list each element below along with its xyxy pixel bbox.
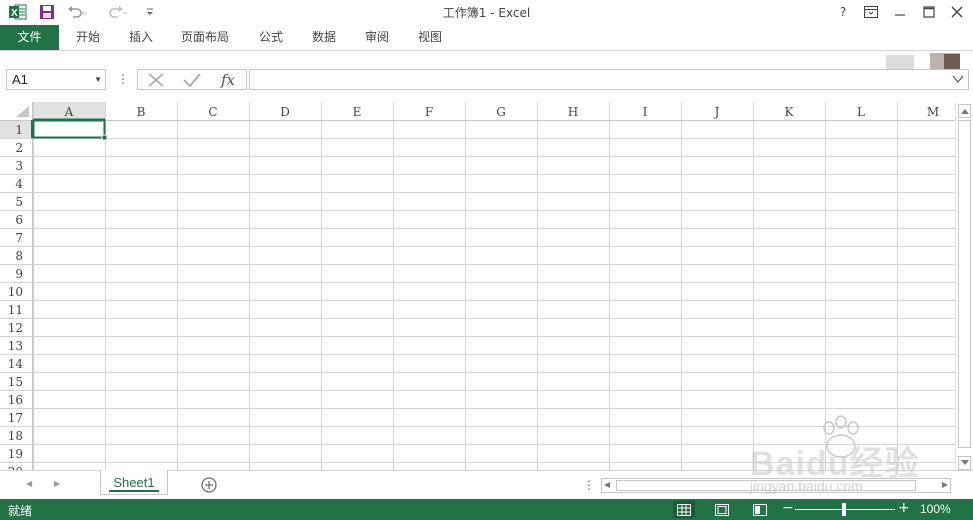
formula-bar: A1 ▼ ⋮ fx xyxy=(0,64,973,94)
close-icon[interactable] xyxy=(946,2,968,22)
zoom-slider-thumb[interactable] xyxy=(842,503,846,516)
row-header[interactable]: 7 xyxy=(15,231,23,245)
name-box-value: A1 xyxy=(12,72,28,87)
row-header[interactable]: 17 xyxy=(8,411,23,425)
sheet-tab-sheet1[interactable]: Sheet1 xyxy=(100,470,168,495)
tab-data[interactable]: 数据 xyxy=(302,25,346,50)
row-header[interactable]: 15 xyxy=(8,375,23,389)
column-header[interactable]: I xyxy=(643,105,648,119)
window-title: 工作簿1 - Excel xyxy=(442,6,531,20)
chevron-down-icon[interactable]: ▼ xyxy=(94,70,102,89)
row-header[interactable]: 6 xyxy=(15,213,23,227)
column-header[interactable]: C xyxy=(208,105,217,119)
tab-view[interactable]: 视图 xyxy=(408,25,452,50)
cancel-icon[interactable] xyxy=(141,70,171,89)
row-header[interactable]: 18 xyxy=(8,429,23,443)
column-header[interactable]: J xyxy=(713,105,720,119)
ribbon-display-options-icon[interactable] xyxy=(860,2,882,22)
zoom-in-button[interactable]: + xyxy=(898,500,910,516)
column-header[interactable]: E xyxy=(353,105,362,119)
expand-formula-bar-icon[interactable] xyxy=(952,73,964,87)
tab-file[interactable]: 文件 xyxy=(0,25,59,50)
row-header[interactable]: 9 xyxy=(15,267,23,281)
column-header[interactable]: M xyxy=(927,105,939,119)
row-header[interactable]: 4 xyxy=(15,177,23,191)
tab-page-layout[interactable]: 页面布局 xyxy=(175,25,235,50)
row-header[interactable]: 12 xyxy=(8,321,23,335)
status-bar: 就绪 − + 100% xyxy=(0,499,973,520)
column-header[interactable]: G xyxy=(496,105,506,119)
vertical-scroll-thumb[interactable] xyxy=(958,120,971,448)
horizontal-scrollbar[interactable]: ◀ ▶ xyxy=(601,478,951,493)
scroll-sheets-right-icon[interactable]: ▶ xyxy=(54,479,60,488)
ribbon-tabs: 文件 开始 插入 页面布局 公式 数据 审阅 视图 xyxy=(0,25,973,75)
row-header[interactable]: 13 xyxy=(8,339,23,353)
row-header[interactable]: 1 xyxy=(15,123,23,137)
title-bar: X 工作簿1 - Excel ? xyxy=(0,0,973,25)
help-button[interactable]: ? xyxy=(832,2,854,22)
enter-icon[interactable] xyxy=(177,70,207,89)
insert-function-icon[interactable]: fx xyxy=(213,70,243,89)
tab-formulas[interactable]: 公式 xyxy=(249,25,293,50)
column-header[interactable]: B xyxy=(137,105,146,119)
formula-input[interactable] xyxy=(249,69,969,90)
row-header[interactable]: 19 xyxy=(8,447,23,461)
zoom-out-button[interactable]: − xyxy=(782,500,794,516)
row-header[interactable]: 14 xyxy=(8,357,24,371)
scroll-down-icon[interactable] xyxy=(958,456,971,470)
worksheet-grid[interactable]: A B C D E F G H I J K L M 1 2 3 4 5 6 7 8 9 10 11 12 13 14 15 16 17 18… xyxy=(0,102,955,470)
column-header[interactable]: L xyxy=(857,105,865,119)
maximize-icon[interactable] xyxy=(918,2,940,22)
page-break-preview-icon[interactable] xyxy=(749,501,771,518)
tab-home[interactable]: 开始 xyxy=(66,25,110,50)
formula-bar-resize-handle[interactable]: ⋮ xyxy=(117,72,129,86)
vertical-scrollbar[interactable] xyxy=(955,102,973,472)
row-header[interactable]: 5 xyxy=(15,195,23,209)
row-header[interactable]: 11 xyxy=(8,303,23,317)
scroll-up-icon[interactable] xyxy=(958,104,971,118)
scroll-sheets-left-icon[interactable]: ◀ xyxy=(26,479,32,488)
column-header[interactable]: D xyxy=(280,105,290,119)
row-header[interactable]: 16 xyxy=(8,393,23,407)
active-cell[interactable] xyxy=(32,119,106,139)
name-box[interactable]: A1 ▼ xyxy=(6,69,106,90)
tab-insert[interactable]: 插入 xyxy=(119,25,163,50)
row-header[interactable]: 10 xyxy=(8,285,23,299)
horizontal-scroll-thumb[interactable] xyxy=(616,480,916,491)
tab-split-handle[interactable]: ⋮ xyxy=(583,478,595,492)
row-header[interactable]: 3 xyxy=(15,159,23,173)
page-layout-view-icon[interactable] xyxy=(711,501,733,518)
sheet-tab-bar: ◀ ▶ Sheet1 ⋮ ◀ ▶ xyxy=(0,470,973,499)
column-header[interactable]: K xyxy=(785,105,795,119)
insert-function-label: fx xyxy=(220,70,235,89)
scroll-left-icon[interactable]: ◀ xyxy=(604,480,610,489)
tab-review[interactable]: 审阅 xyxy=(355,25,399,50)
ribbon-divider xyxy=(0,50,973,51)
column-header[interactable]: A xyxy=(64,105,74,119)
column-header[interactable]: H xyxy=(568,105,578,119)
minimize-icon[interactable] xyxy=(889,2,911,22)
row-header[interactable]: 8 xyxy=(15,249,23,263)
scroll-right-icon[interactable]: ▶ xyxy=(942,480,948,489)
worksheet-grid-canvas: A B C D E F G H I J K L M123456789101112131415161718… xyxy=(0,102,955,470)
status-ready: 就绪 xyxy=(8,504,33,518)
zoom-level[interactable]: 100% xyxy=(920,502,951,516)
fill-handle[interactable] xyxy=(101,134,108,141)
formula-bar-buttons: fx xyxy=(137,69,247,90)
normal-view-icon[interactable] xyxy=(673,501,695,518)
row-header[interactable]: 2 xyxy=(15,141,23,155)
new-sheet-icon[interactable] xyxy=(201,477,217,493)
column-header[interactable]: F xyxy=(425,105,433,119)
